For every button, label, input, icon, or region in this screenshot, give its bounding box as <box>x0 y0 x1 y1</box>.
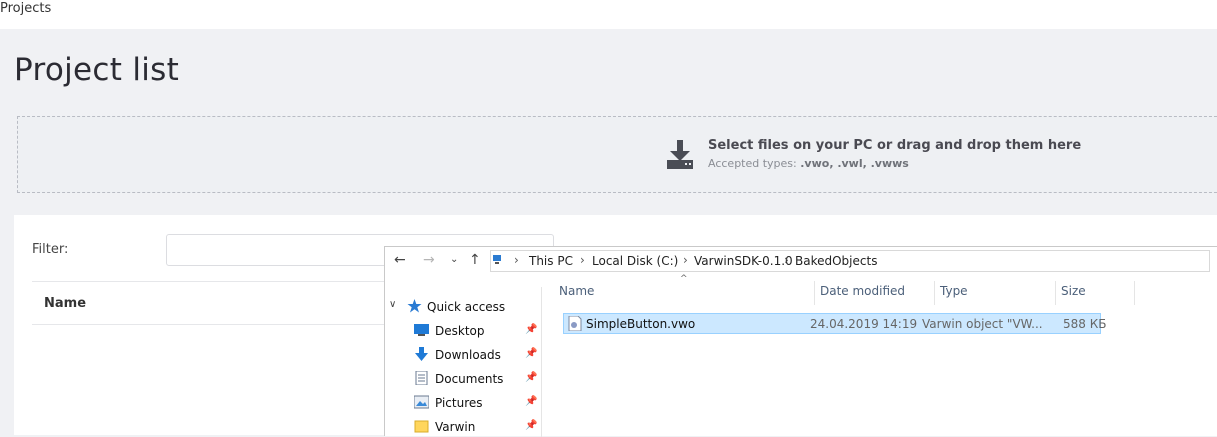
path-segment-bakedobjects[interactable]: BakedObjects <box>795 254 877 268</box>
pin-icon[interactable]: 📌 <box>525 396 537 407</box>
tree-item-downloads[interactable]: Downloads 📌 <box>385 345 542 365</box>
filter-label: Filter: <box>32 242 69 257</box>
tree-item-label: Documents <box>435 372 504 386</box>
accepted-types-prefix: Accepted types: <box>708 157 801 170</box>
column-divider[interactable] <box>934 281 935 305</box>
path-segment-varwinsdk[interactable]: VarwinSDK-0.1.0 <box>694 254 793 268</box>
path-chevron-icon: › <box>784 253 789 267</box>
tree-item-desktop[interactable]: Desktop 📌 <box>385 321 542 341</box>
file-list-header: Name Date modified Type Size <box>553 281 1217 305</box>
tree-item-quick-access[interactable]: ∨ Quick access <box>385 297 542 317</box>
documents-icon <box>415 371 428 385</box>
pictures-icon <box>414 395 429 409</box>
tree-item-label: Varwin <box>435 420 476 434</box>
column-header-date-modified[interactable]: Date modified <box>820 284 905 298</box>
pin-icon[interactable]: 📌 <box>525 420 537 431</box>
this-pc-icon <box>493 255 501 264</box>
file-size: 588 КБ <box>1063 317 1107 331</box>
file-type: Varwin object "VW... <box>922 317 1043 331</box>
recent-locations-chevron-icon[interactable]: ⌄ <box>450 254 458 265</box>
column-divider[interactable] <box>814 281 815 305</box>
navigation-pane: ∨ Quick access Desktop 📌 Downloads 📌 Doc… <box>385 287 542 437</box>
tree-item-pictures[interactable]: Pictures 📌 <box>385 393 542 413</box>
path-chevron-icon: › <box>514 253 519 267</box>
tree-item-documents[interactable]: Documents 📌 <box>385 369 542 389</box>
accepted-types-list: .vwo, .vwl, .vwws <box>800 157 909 170</box>
tree-item-varwin[interactable]: Varwin 📌 <box>385 417 542 437</box>
file-name: SimpleButton.vwo <box>586 317 696 331</box>
desktop-icon <box>414 324 429 336</box>
dialog-nav-bar: ← → ⌄ ↑ › This PC › Local Disk (C:) › Va… <box>385 247 1217 275</box>
downloads-icon <box>415 347 428 361</box>
column-divider[interactable] <box>1134 281 1135 305</box>
path-chevron-icon: › <box>683 253 688 267</box>
column-header-size[interactable]: Size <box>1061 284 1086 298</box>
column-header-name[interactable]: Name <box>44 296 86 311</box>
tree-item-label: Pictures <box>435 396 483 410</box>
pin-icon[interactable]: 📌 <box>525 324 537 335</box>
tree-item-label: Quick access <box>427 300 506 314</box>
path-segment-local-disk[interactable]: Local Disk (C:) <box>592 254 678 268</box>
star-icon <box>407 299 422 313</box>
pin-icon[interactable]: 📌 <box>525 372 537 383</box>
dropzone-title: Select files on your PC or drag and drop… <box>708 138 1082 153</box>
path-chevron-icon: › <box>580 253 585 267</box>
pin-icon[interactable]: 📌 <box>525 348 537 359</box>
tree-item-label: Downloads <box>435 348 501 362</box>
address-bar[interactable]: › This PC › Local Disk (C:) › VarwinSDK-… <box>490 250 1210 272</box>
folder-icon <box>414 420 429 433</box>
up-arrow-icon[interactable]: ↑ <box>469 252 481 268</box>
column-header-type[interactable]: Type <box>940 284 968 298</box>
column-divider[interactable] <box>1055 281 1056 305</box>
download-icon <box>667 140 693 169</box>
page-title: Project list <box>14 52 180 88</box>
breadcrumb[interactable]: Projects <box>0 1 51 16</box>
chevron-down-icon[interactable]: ∨ <box>389 299 396 310</box>
file-date-modified: 24.04.2019 14:19 <box>810 317 918 331</box>
file-dropzone[interactable]: Select files on your PC or drag and drop… <box>17 116 1217 193</box>
file-open-dialog: ← → ⌄ ↑ › This PC › Local Disk (C:) › Va… <box>384 246 1217 437</box>
back-arrow-icon[interactable]: ← <box>394 252 406 268</box>
vwo-file-icon <box>568 316 582 331</box>
tree-item-label: Desktop <box>435 324 485 338</box>
forward-arrow-icon[interactable]: → <box>423 252 435 268</box>
top-bar: Projects <box>0 0 1217 29</box>
path-segment-this-pc[interactable]: This PC <box>529 254 573 268</box>
column-header-name[interactable]: Name <box>559 284 594 298</box>
dropzone-accepted-types: Accepted types: .vwo, .vwl, .vwws <box>708 157 909 170</box>
file-list-item[interactable]: SimpleButton.vwo 24.04.2019 14:19 Varwin… <box>563 313 1106 334</box>
